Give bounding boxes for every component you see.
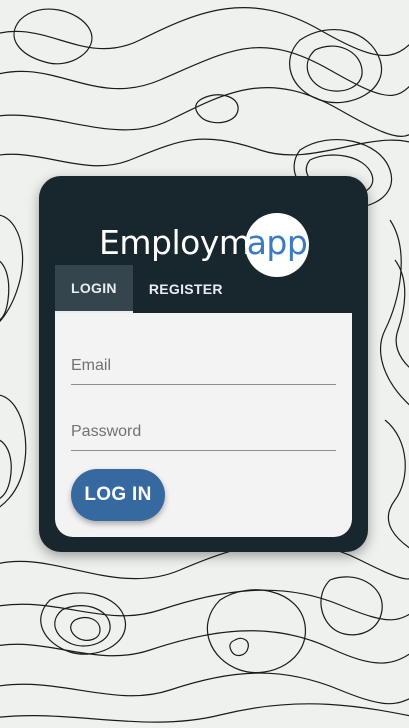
login-panel: LOG IN	[55, 313, 352, 537]
tab-login[interactable]: LOGIN	[55, 265, 133, 313]
password-field	[71, 402, 336, 451]
password-input[interactable]	[71, 402, 336, 450]
app-logo: Employm app	[39, 194, 368, 277]
auth-tabs: LOGIN REGISTER	[55, 265, 239, 313]
login-card: Employm app LOGIN REGISTER LOG IN	[39, 176, 368, 552]
logo-text: Employm	[99, 223, 251, 262]
email-input[interactable]	[71, 336, 336, 384]
tab-register[interactable]: REGISTER	[133, 265, 239, 313]
login-button[interactable]: LOG IN	[71, 469, 165, 521]
logo-accent-text: app	[246, 223, 308, 262]
email-field	[71, 336, 336, 385]
